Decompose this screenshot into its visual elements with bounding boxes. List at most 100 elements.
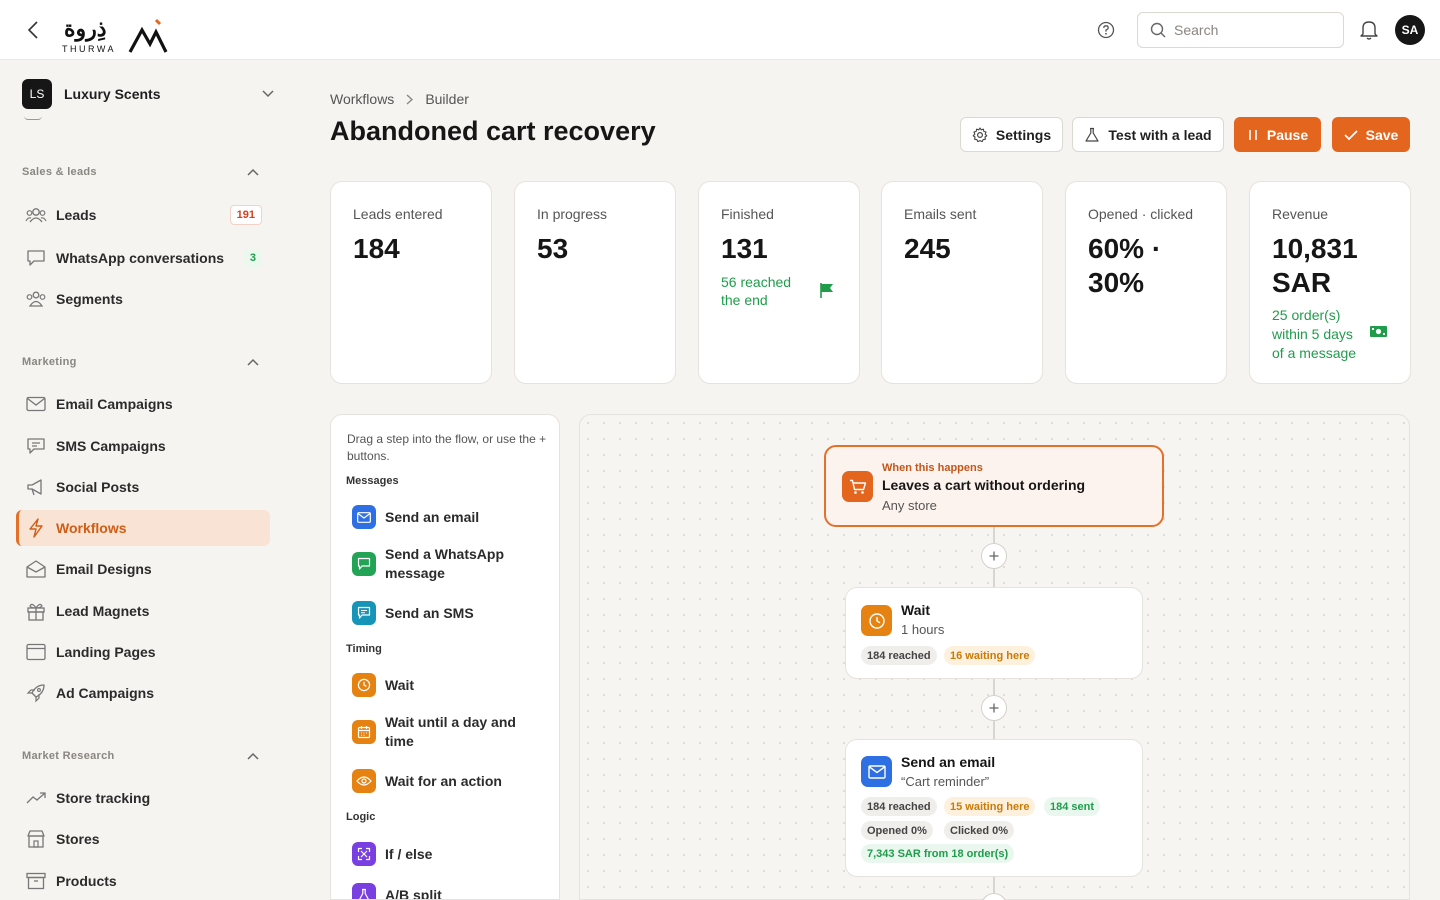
palette-item-label: Wait for an action — [385, 772, 502, 789]
palette-item-send-sms[interactable]: Send an SMS — [352, 601, 542, 625]
sidebar-item-email-campaigns[interactable]: Email Campaigns — [16, 386, 270, 422]
flask-icon — [1085, 127, 1099, 142]
settings-button[interactable]: Settings — [960, 117, 1063, 152]
breadcrumb-workflows[interactable]: Workflows — [330, 91, 394, 107]
box-icon — [26, 872, 46, 890]
breadcrumb-builder: Builder — [425, 91, 469, 107]
sidebar-item-social-posts[interactable]: Social Posts — [16, 469, 270, 505]
sidebar-item-lead-magnets[interactable]: Lead Magnets — [16, 593, 270, 629]
back-button[interactable] — [22, 18, 44, 42]
plus-icon — [989, 703, 999, 713]
top-bar: ذِروة THURWA SA — [0, 0, 1440, 60]
add-step-button[interactable] — [981, 543, 1007, 569]
sms-icon — [352, 601, 376, 625]
chevron-up-icon[interactable] — [247, 752, 259, 760]
trigger-node[interactable]: When this happens Leaves a cart without … — [824, 445, 1164, 527]
stat-label: Finished — [721, 206, 774, 222]
settings-label: Settings — [995, 126, 1052, 143]
save-button[interactable]: Save — [1332, 117, 1410, 152]
sidebar-item-landing-pages[interactable]: Landing Pages — [16, 634, 270, 670]
search-input[interactable] — [1174, 22, 1324, 38]
wait-node[interactable]: Wait 1 hours 184 reached 16 waiting here — [845, 587, 1143, 679]
org-switcher[interactable]: LS Luxury Scents — [22, 78, 278, 110]
bell-icon[interactable] — [1359, 19, 1379, 41]
gear-icon — [972, 126, 988, 142]
sidebar-item-store-tracking[interactable]: Store tracking — [16, 780, 270, 816]
palette-item-if-else[interactable]: If / else — [352, 842, 542, 866]
palette-item-label: Wait — [385, 676, 415, 693]
rocket-icon — [26, 684, 45, 703]
stat-card-revenue: Revenue 10,831 SAR 25 order(s) within 5 … — [1249, 181, 1411, 384]
node-subtitle: 1 hours — [901, 622, 945, 637]
palette-item-wait-for-action[interactable]: Wait for an action — [352, 769, 542, 793]
pause-label: Pause — [1266, 126, 1309, 143]
stat-card-finished: Finished 131 56 reached the end — [698, 181, 860, 384]
waiting-chip: 15 waiting here — [944, 797, 1036, 816]
stat-sub-text: 56 reached the end — [721, 274, 792, 308]
opened-chip: Opened 0% — [861, 821, 933, 840]
chevron-down-icon — [262, 90, 274, 98]
sidebar-item-sms-campaigns[interactable]: SMS Campaigns — [16, 428, 270, 464]
sidebar-item-whatsapp[interactable]: WhatsApp conversations 3 — [16, 240, 270, 276]
user-avatar[interactable]: SA — [1395, 15, 1425, 45]
stat-label: Emails sent — [904, 206, 977, 222]
palette-item-label: Send an SMS — [385, 604, 474, 621]
stat-card-emails-sent: Emails sent 245 — [881, 181, 1043, 384]
sidebar-item-label: Workflows — [56, 520, 127, 536]
clicked-chip: Clicked 0% — [944, 821, 1015, 840]
palette-item-wait-until[interactable]: Wait until a day and time — [352, 713, 542, 751]
save-label: Save — [1365, 126, 1399, 143]
sidebar-item-label: Store tracking — [56, 790, 151, 806]
money-icon — [1370, 326, 1387, 337]
sidebar-item-workflows[interactable]: Workflows — [16, 510, 270, 546]
add-step-button[interactable] — [981, 695, 1007, 721]
thurwa-logo[interactable]: ذِروة THURWA — [62, 14, 172, 58]
chevron-up-icon[interactable] — [247, 168, 259, 176]
mail-icon — [352, 505, 376, 529]
sidebar-item-email-designs[interactable]: Email Designs — [16, 551, 270, 587]
sidebar-item-ad-campaigns[interactable]: Ad Campaigns — [16, 675, 270, 711]
palette-item-send-email[interactable]: Send an email — [352, 505, 542, 529]
stat-value: 131 — [721, 233, 768, 264]
test-label: Test with a lead — [1108, 126, 1212, 143]
stat-label: Revenue — [1272, 206, 1329, 222]
sidebar-item-stores[interactable]: Stores — [16, 821, 270, 857]
palette-item-ab-split[interactable]: A/B split — [352, 883, 542, 899]
trigger-kicker: When this happens — [882, 462, 983, 474]
test-with-lead-button[interactable]: Test with a lead — [1072, 117, 1224, 152]
sidebar-item-label: Lead Magnets — [56, 603, 150, 619]
chevron-right-icon — [406, 93, 414, 105]
calendar-icon — [352, 720, 376, 744]
palette-item-label: Send a WhatsApp message — [385, 546, 505, 581]
node-title: Wait — [901, 602, 931, 618]
mountain-logo-icon — [128, 18, 168, 53]
waiting-chip: 16 waiting here — [944, 646, 1036, 665]
palette-item-send-whatsapp[interactable]: Send a WhatsApp message — [352, 545, 542, 583]
logo-arabic: ذِروة — [64, 16, 107, 42]
stat-label: In progress — [537, 206, 608, 222]
sidebar-item-label: Stores — [56, 831, 100, 847]
palette-item-wait[interactable]: Wait — [352, 673, 542, 697]
lightning-icon — [29, 518, 43, 538]
help-icon[interactable] — [1097, 21, 1115, 39]
whatsapp-icon — [352, 552, 376, 576]
sidebar-item-label: Social Posts — [56, 479, 140, 495]
search-icon — [1150, 22, 1166, 38]
sms-icon — [27, 438, 45, 454]
org-name: Luxury Scents — [64, 86, 161, 102]
send-email-node[interactable]: Send an email “Cart reminder” 184 reache… — [845, 739, 1143, 877]
search-box[interactable] — [1137, 12, 1344, 48]
node-title: Send an email — [901, 754, 996, 770]
trend-icon — [26, 792, 46, 804]
megaphone-icon — [27, 479, 42, 496]
stat-label: Leads entered — [353, 206, 443, 222]
sidebar-item-segments[interactable]: Segments — [16, 281, 270, 317]
sidebar-item-leads[interactable]: Leads 191 — [16, 197, 270, 233]
stat-card-in-progress: In progress 53 — [514, 181, 676, 384]
segments-icon — [26, 291, 46, 307]
breadcrumb: Workflows Builder — [330, 91, 469, 107]
pause-button[interactable]: Pause — [1234, 117, 1321, 152]
chevron-up-icon[interactable] — [247, 358, 259, 366]
sidebar-item-label: Email Campaigns — [56, 396, 173, 412]
sidebar-item-products[interactable]: Products — [16, 863, 270, 899]
